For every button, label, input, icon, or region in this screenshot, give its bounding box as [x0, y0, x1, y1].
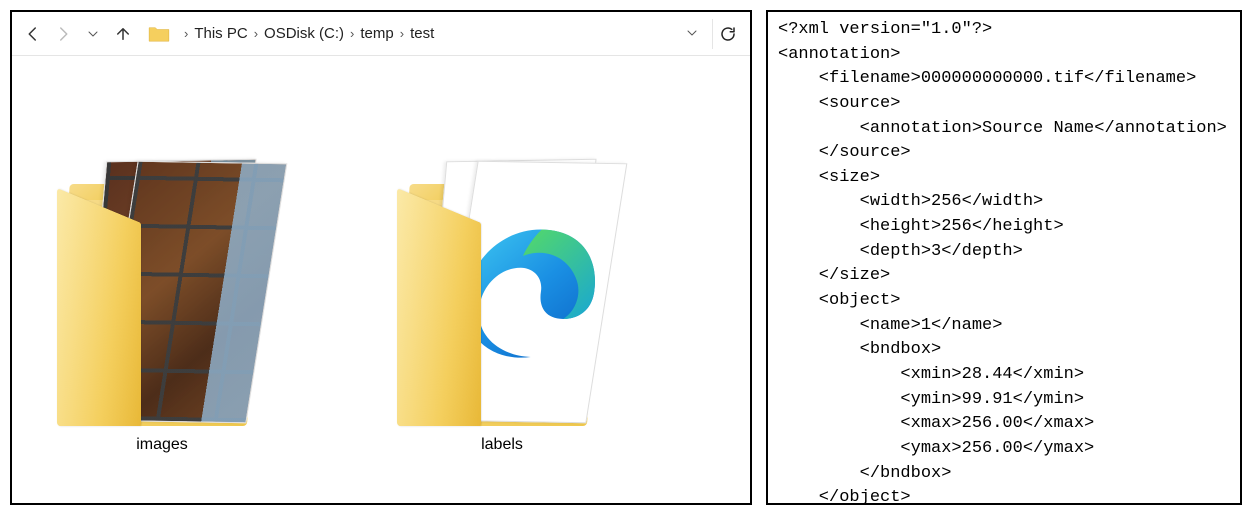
file-explorer-window: › This PC › OSDisk (C:) › temp › test [10, 10, 752, 505]
explorer-content-area[interactable]: images [12, 56, 750, 503]
folder-label: images [136, 436, 188, 454]
chevron-right-icon: › [350, 26, 354, 41]
breadcrumb-item[interactable]: This PC [194, 25, 247, 42]
recent-locations-button[interactable] [80, 21, 106, 47]
folder-icon [52, 86, 272, 426]
chevron-right-icon: › [184, 26, 188, 41]
xml-text: <?xml version="1.0"?> <annotation> <file… [778, 18, 1230, 505]
chevron-right-icon: › [400, 26, 404, 41]
breadcrumb-bar[interactable]: › This PC › OSDisk (C:) › temp › test [180, 25, 676, 42]
folder-item-labels[interactable]: labels [392, 86, 612, 454]
address-bar-folder-icon [148, 25, 170, 43]
breadcrumb-item[interactable]: temp [360, 25, 393, 42]
back-button[interactable] [20, 21, 46, 47]
folder-item-images[interactable]: images [52, 86, 272, 454]
folder-label: labels [481, 436, 523, 454]
forward-button[interactable] [50, 21, 76, 47]
chevron-right-icon: › [254, 26, 258, 41]
folder-icon [392, 86, 612, 426]
explorer-toolbar: › This PC › OSDisk (C:) › temp › test [12, 12, 750, 56]
up-button[interactable] [110, 21, 136, 47]
address-dropdown-button[interactable] [680, 26, 704, 42]
refresh-button[interactable] [712, 19, 742, 49]
xml-code-panel: <?xml version="1.0"?> <annotation> <file… [766, 10, 1242, 505]
breadcrumb-item[interactable]: OSDisk (C:) [264, 25, 344, 42]
breadcrumb-item[interactable]: test [410, 25, 434, 42]
